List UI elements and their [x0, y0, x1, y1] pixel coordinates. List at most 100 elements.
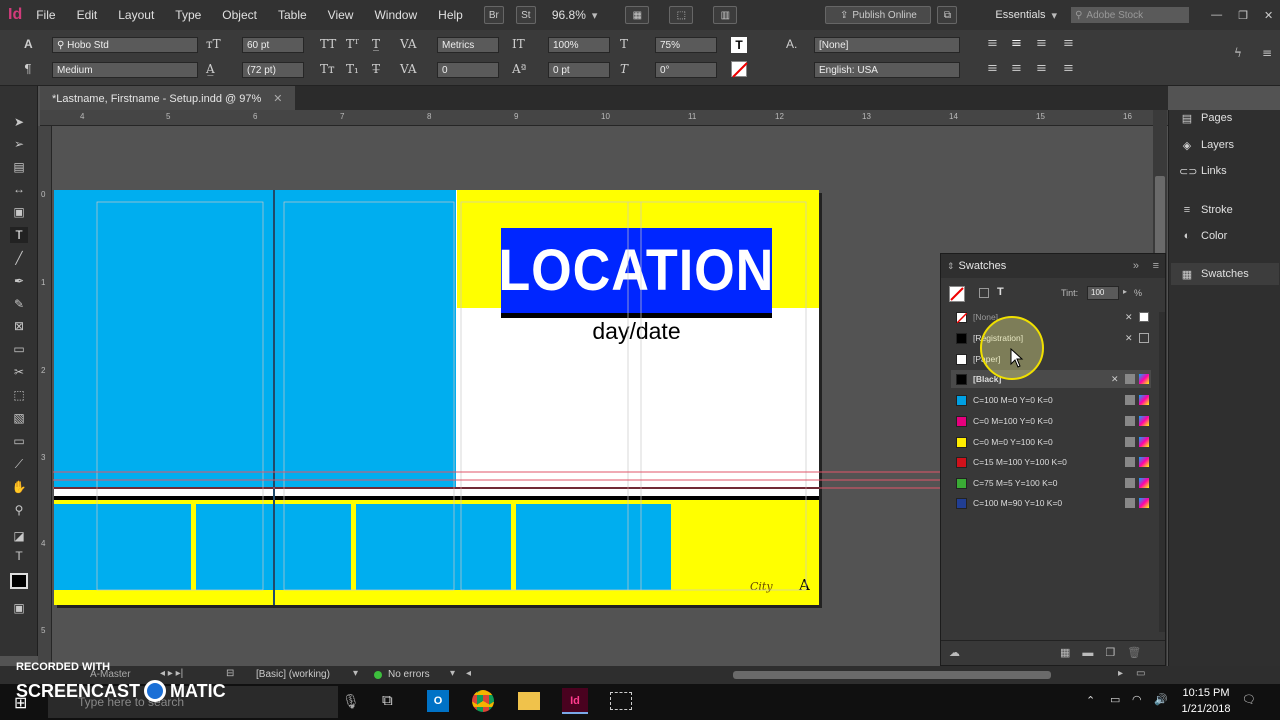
network-icon[interactable]: ▭ — [1110, 693, 1120, 706]
chrome-icon[interactable] — [472, 690, 494, 712]
panel-links[interactable]: ⊂⊃ Links — [1179, 160, 1227, 182]
minimize-icon[interactable]: — — [1211, 9, 1222, 21]
bridge-button[interactable]: Br — [483, 6, 504, 24]
page-tool-icon[interactable]: ▤ — [10, 159, 28, 175]
align-towards-spine-icon[interactable]: ≡ — [1063, 36, 1074, 51]
close-icon[interactable]: ✕ — [1264, 9, 1273, 22]
adobe-stock-search-input[interactable]: ⚲ Adobe Stock — [1071, 7, 1190, 23]
swatches-title-bar[interactable]: ⇕ Swatches » ≡ — [941, 254, 1165, 278]
font-size-field[interactable]: 60 pt — [242, 37, 304, 53]
justify-center-icon[interactable]: ≡ — [1011, 61, 1022, 76]
panel-stroke[interactable]: ≡ Stroke — [1179, 199, 1233, 221]
swatch-row[interactable]: [None] ✕ — [951, 308, 1151, 326]
panel-menu-icon[interactable]: ≡ — [1153, 260, 1159, 272]
content-collector-icon[interactable]: ▣ — [10, 204, 28, 220]
strikethrough-icon[interactable]: T̶ — [372, 62, 380, 76]
font-style-select[interactable]: Medium — [52, 62, 198, 78]
direct-selection-tool-icon[interactable]: ➢ — [10, 136, 28, 152]
chevron-down-icon[interactable]: ▾ — [592, 9, 598, 22]
note-tool-icon[interactable]: ▭ — [10, 433, 28, 449]
stock-button[interactable]: St — [515, 6, 536, 24]
default-fill-stroke-icon[interactable]: ◪ — [10, 528, 28, 544]
hand-tool-icon[interactable]: ✋ — [10, 479, 28, 495]
container-icon[interactable] — [979, 288, 989, 298]
line-tool-icon[interactable]: ╱ — [10, 250, 28, 266]
stroke-none-icon[interactable] — [731, 61, 748, 78]
formatting-affects-text-icon[interactable]: T — [10, 548, 28, 564]
view-options-icon[interactable]: ▦ — [625, 6, 650, 24]
clock-time[interactable]: 10:15 PM — [1178, 687, 1234, 699]
skew-field[interactable]: 0° — [655, 62, 717, 78]
type-tool-icon[interactable]: T — [10, 227, 28, 243]
pencil-tool-icon[interactable]: ✎ — [10, 296, 28, 312]
justify-right-icon[interactable]: ≡ — [1036, 61, 1047, 76]
menu-table[interactable]: Table — [278, 8, 307, 22]
double-chevron-icon[interactable]: » — [1133, 260, 1139, 272]
kerning-field[interactable]: Metrics — [437, 37, 499, 53]
workspace-switcher[interactable]: Essentials — [995, 9, 1045, 21]
swatch-row[interactable]: C=100 M=90 Y=10 K=0 — [951, 494, 1151, 512]
panel-toggle-icon[interactable]: ▭ — [1136, 668, 1145, 679]
cc-libraries-icon[interactable]: ☁ — [949, 646, 960, 659]
document-tab[interactable]: *Lastname, Firstname - Setup.indd @ 97% ✕ — [40, 86, 295, 110]
chevron-right-icon[interactable]: ▸ — [1123, 287, 1127, 296]
microphone-icon[interactable]: 🎙 — [342, 693, 360, 710]
chevron-down-icon[interactable]: ▾ — [1052, 9, 1058, 22]
clock-date[interactable]: 1/21/2018 — [1178, 703, 1234, 715]
wifi-icon[interactable]: ◠ — [1132, 693, 1142, 706]
paragraph-formatting-icon[interactable]: ¶ — [24, 62, 32, 76]
menu-file[interactable]: File — [36, 8, 55, 22]
free-transform-tool-icon[interactable]: ⬚ — [10, 387, 28, 403]
swatches-scrollbar[interactable] — [1159, 312, 1165, 632]
control-panel-menu-icon[interactable]: ≡ — [1262, 46, 1272, 60]
small-caps-icon[interactable]: Tт — [320, 62, 335, 76]
align-center-icon[interactable]: ≡ — [1011, 36, 1022, 51]
baseline-shift-field[interactable]: 0 pt — [548, 62, 610, 78]
new-color-group-icon[interactable]: ▬ — [1082, 647, 1093, 659]
panel-layers[interactable]: ◈ Layers — [1179, 134, 1234, 156]
close-tab-icon[interactable]: ✕ — [273, 93, 282, 105]
show-hidden-icons[interactable]: ⌃ — [1086, 694, 1095, 707]
rectangle-tool-icon[interactable]: ▭ — [10, 341, 28, 357]
character-formatting-icon[interactable]: A — [24, 37, 33, 51]
character-style-select[interactable]: [None] — [814, 37, 960, 53]
swatch-row-selected[interactable]: [Black] ✕ — [951, 370, 1151, 388]
eyedropper-tool-icon[interactable]: ⟋ — [10, 456, 28, 472]
gradient-tool-icon[interactable]: ▧ — [10, 410, 28, 426]
tracking-field[interactable]: 0 — [437, 62, 499, 78]
new-swatch-icon[interactable]: ❐ — [1105, 646, 1115, 659]
scroll-left-icon[interactable]: ◂ — [466, 668, 471, 679]
file-explorer-icon[interactable] — [518, 692, 540, 710]
menu-help[interactable]: Help — [438, 8, 463, 22]
outlook-icon[interactable]: O — [427, 690, 449, 712]
preflight-profile[interactable]: [Basic] (working) — [256, 669, 330, 680]
snipping-tool-icon[interactable] — [610, 692, 632, 710]
text-icon[interactable]: T — [997, 286, 1004, 298]
subscript-icon[interactable]: T₁ — [346, 62, 359, 76]
rectangle-frame-tool-icon[interactable]: ⊠ — [10, 318, 28, 334]
zoom-tool-icon[interactable]: ⚲ — [10, 502, 28, 518]
share-icon[interactable]: ⧉ — [937, 6, 958, 24]
fill-stroke-swap-icon[interactable] — [949, 286, 965, 302]
leading-field[interactable]: (72 pt) — [242, 62, 304, 78]
vertical-scale-field[interactable]: 100% — [548, 37, 610, 53]
swatch-row[interactable]: C=100 M=0 Y=0 K=0 — [951, 391, 1151, 409]
zoom-level[interactable]: 96.8% — [552, 8, 586, 22]
collapse-icon[interactable]: ⇕ — [947, 261, 955, 272]
swatch-row[interactable]: C=0 M=100 Y=0 K=0 — [951, 412, 1151, 430]
selection-tool-icon[interactable]: ➤ — [10, 114, 28, 130]
align-right-icon[interactable]: ≡ — [1036, 36, 1047, 51]
open-page-icon[interactable]: ⊟ — [226, 668, 234, 679]
chevron-down-icon[interactable]: ▾ — [450, 668, 455, 679]
scroll-thumb[interactable] — [1155, 176, 1165, 256]
underline-icon[interactable]: T̲ — [372, 37, 380, 51]
scroll-right-icon[interactable]: ▸ — [1118, 668, 1123, 679]
restore-icon[interactable]: ❐ — [1238, 9, 1248, 22]
menu-object[interactable]: Object — [222, 8, 257, 22]
chevron-down-icon[interactable]: ▾ — [353, 668, 358, 679]
all-caps-icon[interactable]: TT — [320, 37, 336, 51]
lightning-icon[interactable]: ϟ — [1234, 46, 1242, 60]
font-family-select[interactable]: ⚲ Hobo Std — [52, 37, 198, 53]
menu-window[interactable]: Window — [374, 8, 417, 22]
align-left-icon[interactable]: ≡ — [987, 36, 998, 51]
